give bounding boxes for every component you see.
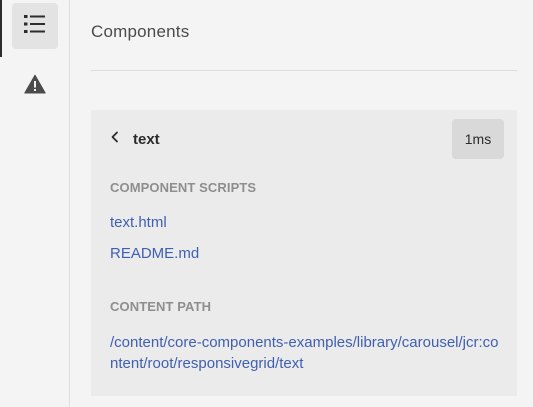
script-link[interactable]: README.md [110, 245, 199, 262]
heading-divider [91, 70, 517, 71]
back-button[interactable] [107, 130, 123, 148]
side-rail [0, 0, 70, 407]
rail-button-components[interactable] [12, 3, 58, 49]
script-link[interactable]: text.html [110, 214, 167, 231]
page-title: Components [91, 22, 190, 41]
content-path-label: CONTENT PATH [110, 299, 212, 314]
timing-badge: 1ms [452, 119, 504, 159]
component-detail-panel: text 1ms COMPONENT SCRIPTS text.html REA… [91, 110, 517, 396]
main-content: Components text 1ms COMPONENT SCRIPTS te… [71, 0, 533, 407]
developer-tools-app: Components text 1ms COMPONENT SCRIPTS te… [0, 0, 533, 407]
rail-active-indicator [0, 0, 2, 57]
content-path-link[interactable]: /content/core-components-examples/librar… [110, 332, 505, 374]
list-icon [24, 14, 46, 39]
chevron-left-icon [110, 130, 120, 148]
rail-button-alerts[interactable] [12, 63, 58, 109]
alert-icon [24, 74, 46, 99]
component-scripts-label: COMPONENT SCRIPTS [110, 180, 257, 195]
component-name: text [133, 131, 160, 148]
